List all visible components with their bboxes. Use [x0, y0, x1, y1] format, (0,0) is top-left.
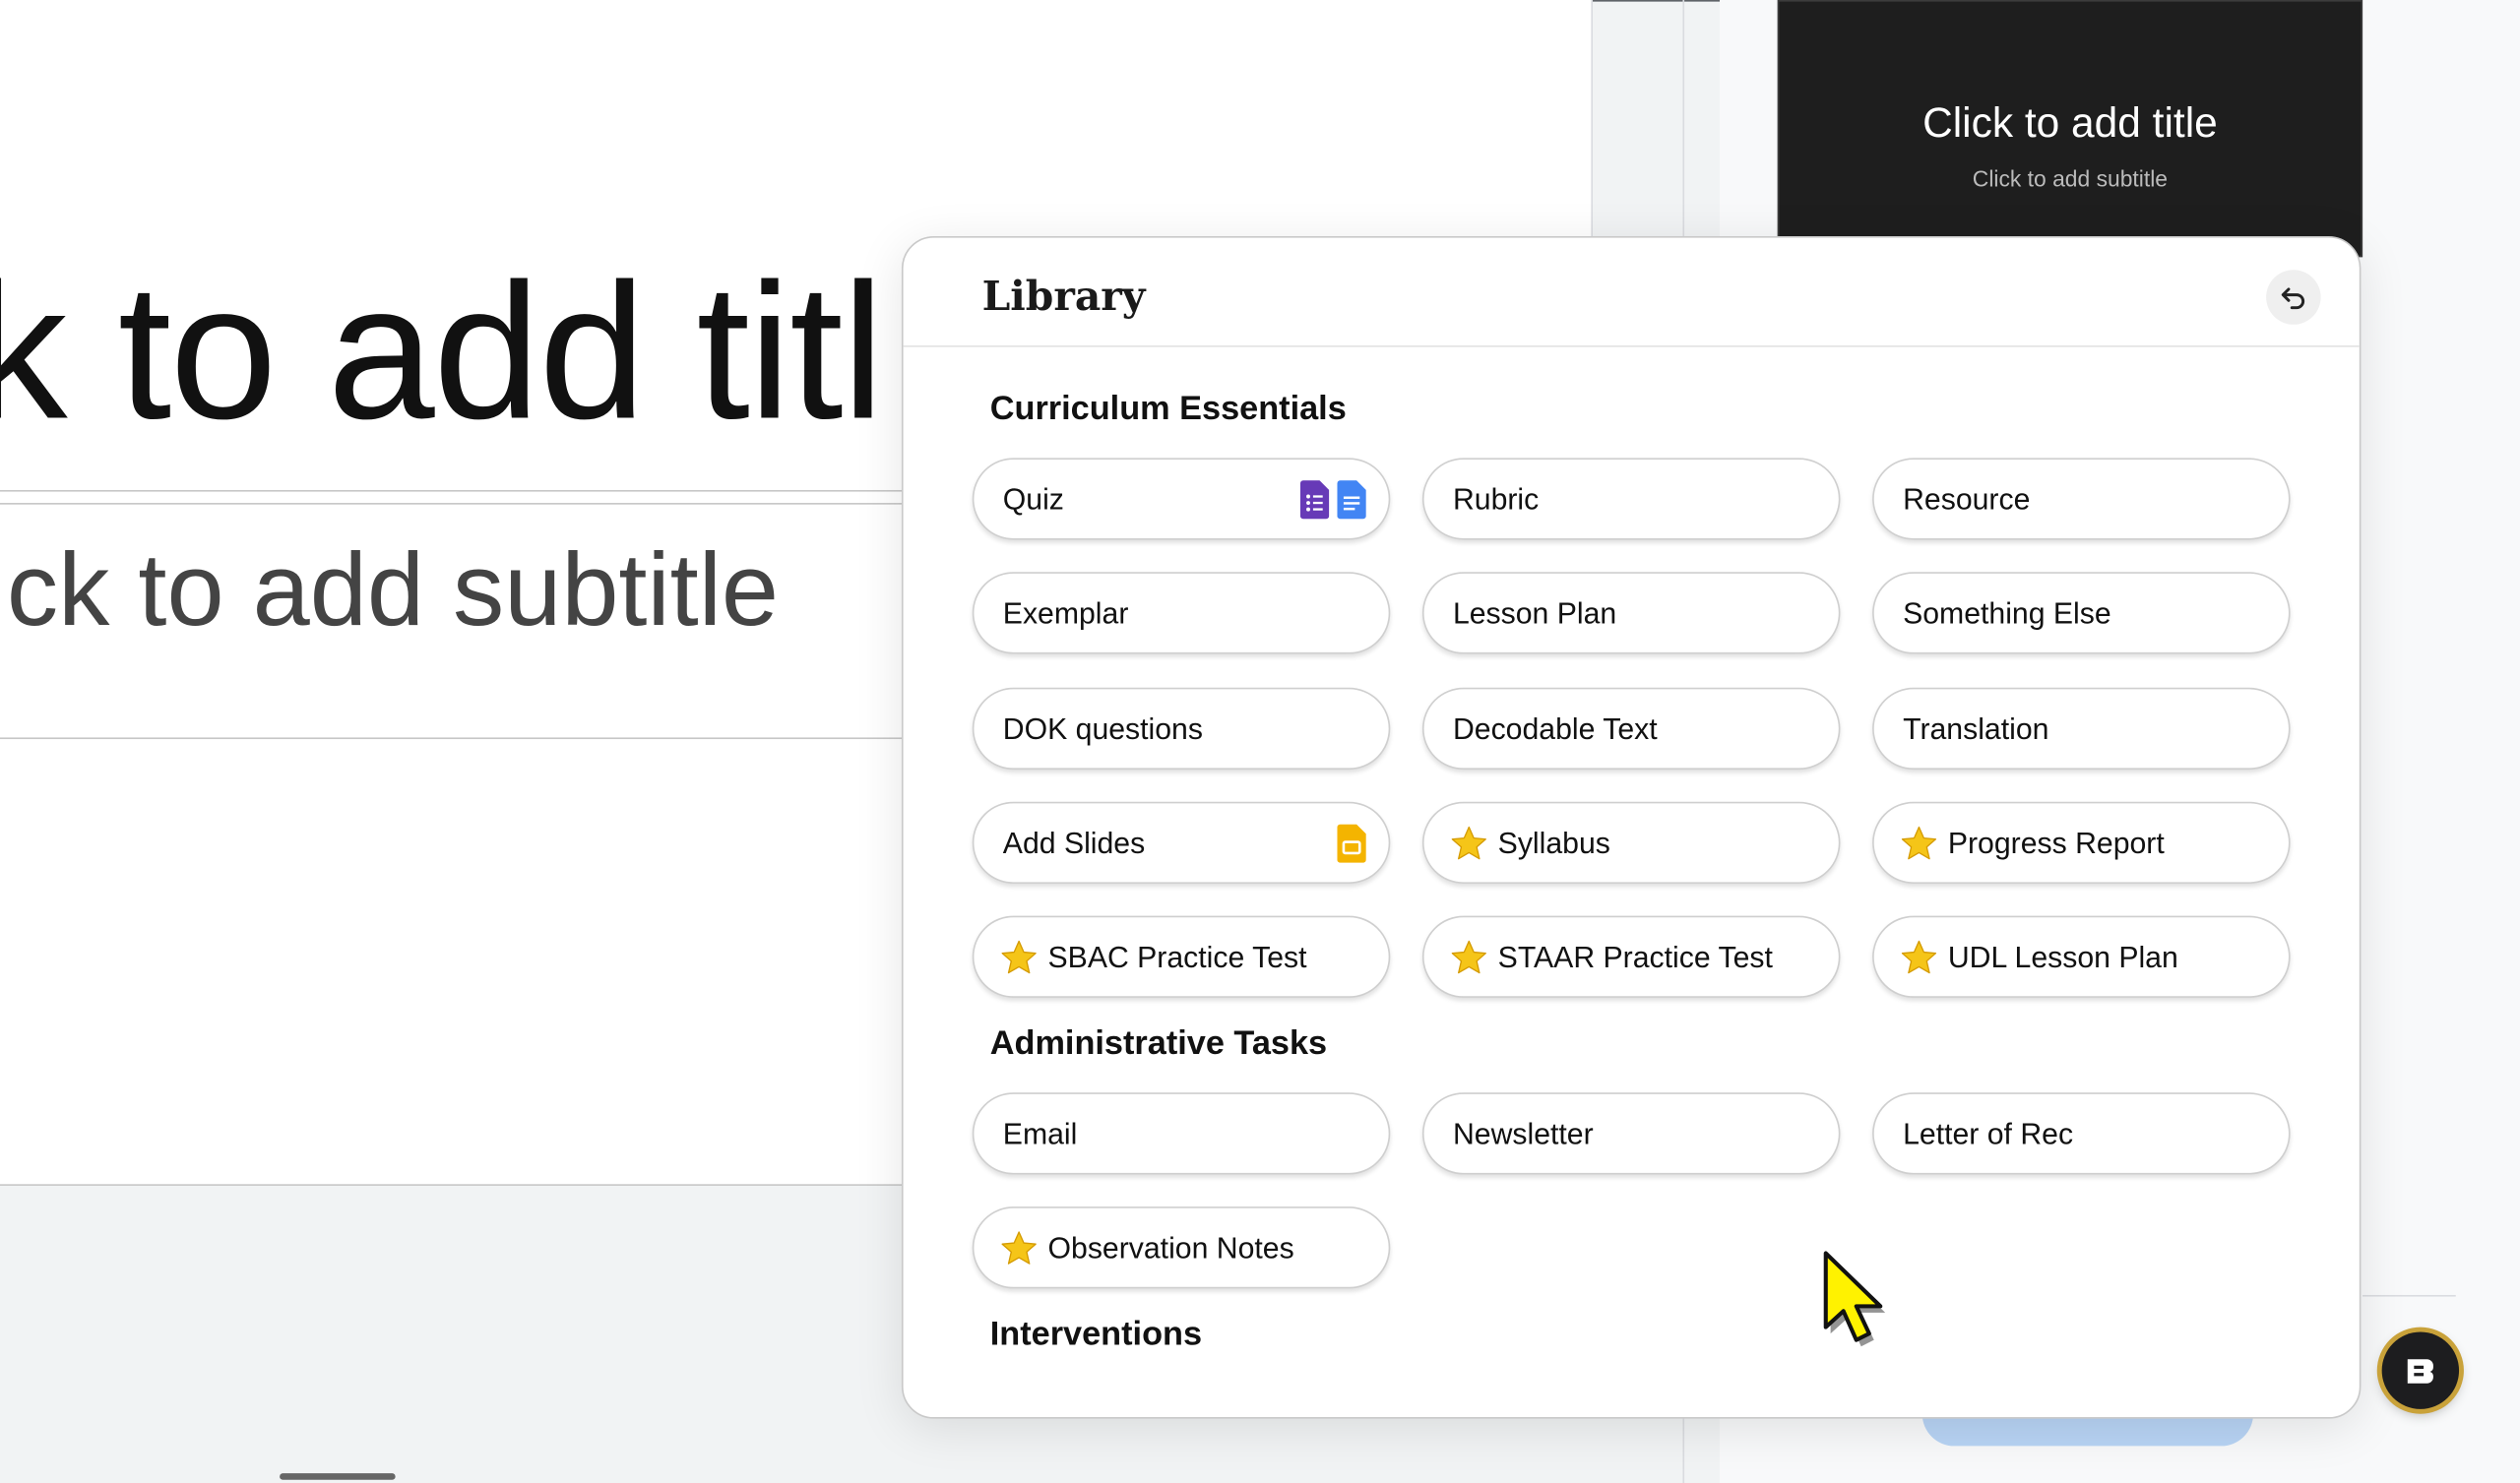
star-icon	[1001, 1230, 1037, 1264]
newsletter-button[interactable]: Newsletter	[1421, 1092, 1841, 1175]
mouse-pointer-icon	[1823, 1251, 1886, 1347]
lesson-plan-button[interactable]: Lesson Plan	[1421, 572, 1841, 654]
item-label: Letter of Rec	[1903, 1115, 2074, 1150]
item-label: Add Slides	[1002, 825, 1146, 859]
thumbnail-subtitle: Click to add subtitle	[1972, 165, 2169, 192]
item-label: Resource	[1903, 480, 2031, 516]
decodable-text-button[interactable]: Decodable Text	[1421, 687, 1841, 771]
assistant-launcher-button[interactable]	[2381, 1331, 2460, 1409]
item-label: Translation	[1903, 711, 2049, 745]
item-label: Quiz	[1002, 480, 1064, 516]
progress-report-button[interactable]: Progress Report	[1872, 801, 2291, 884]
item-label: UDL Lesson Plan	[1947, 939, 2178, 973]
item-label: Observation Notes	[1047, 1229, 1294, 1265]
google-forms-icon	[1299, 480, 1330, 520]
thumbnail-title: Click to add title	[1922, 97, 2218, 147]
staar-practice-test-button[interactable]: STAAR Practice Test	[1421, 915, 1841, 998]
item-label: Progress Report	[1947, 825, 2165, 859]
assistant-logo-icon	[2407, 1359, 2433, 1384]
horizontal-scrollbar[interactable]	[280, 1473, 396, 1480]
library-panel: Library Curriculum Essentials Quiz Rubri…	[901, 236, 2362, 1419]
star-icon	[1901, 939, 1937, 973]
item-label: Exemplar	[1002, 594, 1129, 630]
google-docs-icon	[1337, 480, 1366, 520]
sbac-practice-test-button[interactable]: SBAC Practice Test	[972, 915, 1391, 998]
google-slides-icon	[1337, 824, 1366, 863]
exemplar-button[interactable]: Exemplar	[972, 572, 1391, 654]
slide-thumbnail[interactable]: Click to add title Click to add subtitle	[1777, 0, 2363, 258]
star-icon	[1451, 939, 1486, 973]
item-label: Decodable Text	[1452, 711, 1658, 745]
item-label: Newsletter	[1452, 1115, 1594, 1150]
add-slides-button[interactable]: Add Slides	[972, 801, 1391, 884]
section-title-administrative-tasks: Administrative Tasks	[989, 1024, 1328, 1063]
star-icon	[1451, 826, 1486, 859]
undo-arrow-icon	[2281, 287, 2305, 310]
observation-notes-button[interactable]: Observation Notes	[972, 1206, 1391, 1289]
item-label: STAAR Practice Test	[1497, 939, 1773, 973]
rubric-button[interactable]: Rubric	[1421, 458, 1841, 540]
quiz-button[interactable]: Quiz	[972, 458, 1391, 540]
something-else-button[interactable]: Something Else	[1872, 572, 2291, 654]
translation-button[interactable]: Translation	[1872, 687, 2291, 771]
panel-separator	[2362, 1294, 2456, 1297]
syllabus-button[interactable]: Syllabus	[1421, 801, 1841, 884]
section-title-interventions: Interventions	[989, 1316, 1203, 1353]
item-label: DOK questions	[1002, 711, 1203, 745]
item-label: Something Else	[1903, 594, 2111, 630]
section-title-curriculum-essentials: Curriculum Essentials	[989, 390, 1347, 428]
slide-title-placeholder[interactable]: k to add titl	[0, 241, 884, 463]
item-label: SBAC Practice Test	[1047, 939, 1307, 973]
item-label: Lesson Plan	[1452, 594, 1617, 630]
dok-questions-button[interactable]: DOK questions	[972, 687, 1391, 771]
library-header: Library	[903, 238, 2360, 347]
item-label: Syllabus	[1497, 825, 1610, 859]
star-icon	[1001, 939, 1037, 973]
email-button[interactable]: Email	[972, 1092, 1391, 1175]
letter-of-rec-button[interactable]: Letter of Rec	[1872, 1092, 2291, 1175]
back-button[interactable]	[2266, 270, 2321, 325]
udl-lesson-plan-button[interactable]: UDL Lesson Plan	[1872, 915, 2291, 998]
slide-subtitle-placeholder[interactable]: ick to add subtitle	[0, 530, 779, 649]
star-icon	[1901, 826, 1937, 859]
library-title: Library	[981, 273, 1146, 320]
resource-button[interactable]: Resource	[1872, 458, 2291, 540]
item-label: Email	[1002, 1115, 1078, 1150]
item-label: Rubric	[1452, 480, 1540, 516]
